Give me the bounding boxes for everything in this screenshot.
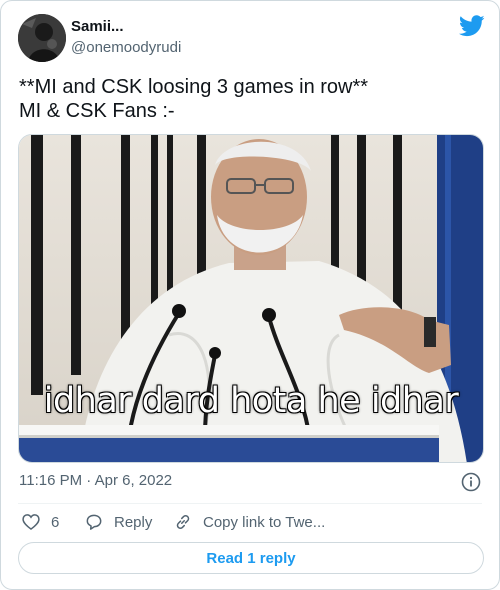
meme-caption: idhar dard hota he idhar <box>43 381 459 421</box>
avatar[interactable] <box>18 14 66 62</box>
copy-link-button[interactable]: Copy link to Twe... <box>173 511 325 533</box>
twitter-bird-icon[interactable] <box>458 15 485 37</box>
info-icon[interactable] <box>461 472 481 492</box>
tweet-card: Samii... @onemoodyrudi **MI and CSK loos… <box>0 0 500 590</box>
divider <box>18 503 482 504</box>
reply-button[interactable]: Reply <box>84 511 152 533</box>
link-icon <box>176 515 190 529</box>
tweet-media-image[interactable]: idhar dard hota he idhar <box>18 134 484 463</box>
reply-bubble-icon <box>86 514 102 530</box>
like-count: 6 <box>51 513 60 531</box>
avatar-image <box>18 14 66 62</box>
reply-label: Reply <box>114 513 153 531</box>
copy-link-label: Copy link to Twe... <box>203 513 326 531</box>
heart-icon <box>22 514 40 531</box>
like-button[interactable]: 6 <box>21 511 59 533</box>
author-handle[interactable]: @onemoodyrudi <box>71 39 181 56</box>
tweet-text: **MI and CSK loosing 3 games in row** MI… <box>19 76 369 122</box>
read-replies-button[interactable]: Read 1 reply <box>18 542 484 574</box>
author-display-name[interactable]: Samii... <box>71 18 124 35</box>
tweet-timestamp[interactable]: 11:16 PM · Apr 6, 2022 <box>19 472 172 489</box>
